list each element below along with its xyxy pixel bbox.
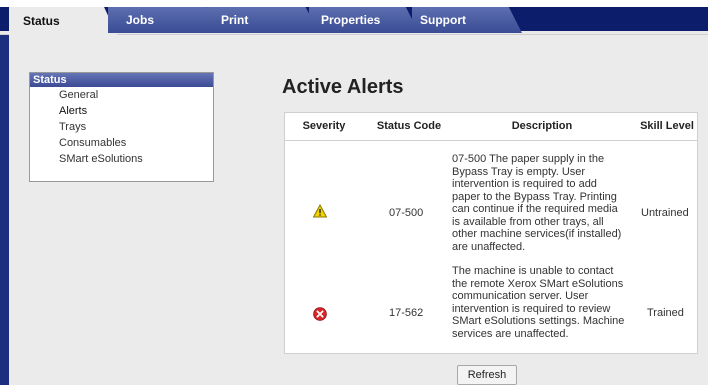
sidebar-item-trays[interactable]: Trays [30,119,213,135]
tab-support-label: Support [420,13,466,27]
sidebar-heading: Status [30,73,213,87]
sidebar-item-alerts[interactable]: Alerts [30,103,213,119]
tab-support[interactable]: Support [412,7,522,33]
table-header: Severity Status Code Description Skill L… [285,113,697,141]
header-status-code: Status Code [376,120,442,132]
tab-properties-label: Properties [321,13,381,27]
tab-properties[interactable]: Properties [309,7,419,33]
header-severity: Severity [302,120,346,132]
tab-print[interactable]: Print [207,7,319,33]
alerts-table: Severity Status Code Description Skill L… [284,112,698,354]
tab-jobs-label: Jobs [126,13,155,27]
alert-description: The machine is unable to contact the rem… [452,265,625,340]
refresh-button[interactable]: Refresh [457,365,517,385]
status-code: 17-562 [389,307,424,319]
error-circle-icon [313,307,327,321]
tab-print-label: Print [221,13,249,27]
header-description: Description [511,120,573,132]
header-skill-level: Skill Level [640,120,694,132]
tab-jobs[interactable]: Jobs [108,7,220,33]
page-title: Active Alerts [282,76,404,98]
tab-bar: Status Jobs Print Properties Support [0,0,708,38]
table-row: 17-562 The machine is unable to contact … [285,265,697,351]
sidebar-item-general[interactable]: General [30,87,213,103]
table-row: 07-500 07-500 The paper supply in the By… [285,153,697,263]
sidebar: Status General Alerts Trays Consumables … [29,72,214,182]
skill-level: Untrained [641,207,689,219]
tab-status-label: Status [23,14,60,28]
skill-level: Trained [647,307,684,319]
alert-description: 07-500 The paper supply in the Bypass Tr… [452,153,622,253]
status-code: 07-500 [389,207,424,219]
sidebar-item-consumables[interactable]: Consumables [30,135,213,151]
sidebar-item-smart-esolutions[interactable]: SMart eSolutions [30,151,213,167]
left-rail [0,35,9,385]
tab-status[interactable]: Status [9,7,117,35]
warning-triangle-icon [313,204,327,218]
